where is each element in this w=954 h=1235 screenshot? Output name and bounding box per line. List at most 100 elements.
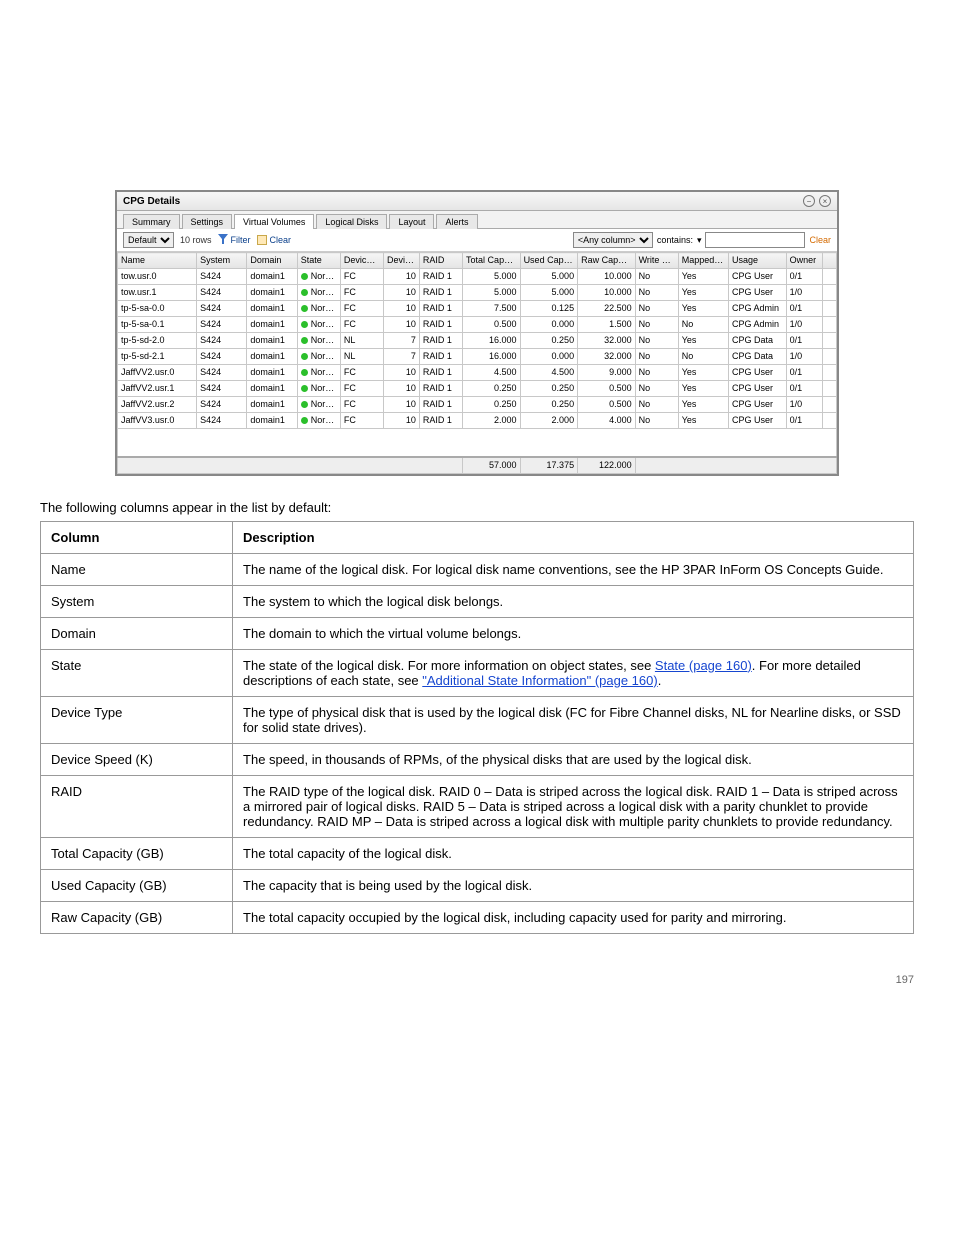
cell-wt: No bbox=[635, 381, 678, 397]
cell-total: 0.250 bbox=[463, 397, 521, 413]
col-domain[interactable]: Domain bbox=[247, 253, 297, 269]
cell-total: 0.250 bbox=[463, 381, 521, 397]
clear-filter-link[interactable]: Clear bbox=[809, 235, 831, 245]
col-device-type[interactable]: Device Type bbox=[340, 253, 383, 269]
col-device-speed[interactable]: Device Speed (K) bbox=[383, 253, 419, 269]
col-state[interactable]: State bbox=[297, 253, 340, 269]
filter-button[interactable]: Filter bbox=[218, 234, 251, 246]
cell-usage: CPG Data bbox=[729, 349, 787, 365]
chevron-down-icon[interactable]: ▾ bbox=[697, 235, 702, 246]
tab-bar: Summary Settings Virtual Volumes Logical… bbox=[117, 211, 837, 229]
cell-state: Normal bbox=[297, 365, 340, 381]
tab-logical-disks[interactable]: Logical Disks bbox=[316, 214, 387, 229]
cell-domain: domain1 bbox=[247, 381, 297, 397]
cell-usage: CPG Admin bbox=[729, 301, 787, 317]
table-spacer bbox=[118, 429, 837, 457]
tab-alerts[interactable]: Alerts bbox=[436, 214, 477, 229]
col-total-capacity[interactable]: Total Capacity (GB) bbox=[463, 253, 521, 269]
col-write-through[interactable]: Write Through bbox=[635, 253, 678, 269]
tab-virtual-volumes[interactable]: Virtual Volumes bbox=[234, 214, 314, 229]
cell-domain: domain1 bbox=[247, 285, 297, 301]
col-used-capacity[interactable]: Used Capacity (GB) bbox=[520, 253, 578, 269]
cell-domain: domain1 bbox=[247, 349, 297, 365]
col-raid[interactable]: RAID bbox=[419, 253, 462, 269]
cell-domain: domain1 bbox=[247, 301, 297, 317]
tab-layout[interactable]: Layout bbox=[389, 214, 434, 229]
table-row[interactable]: JaffVV2.usr.0S424domain1NormalFC10RAID 1… bbox=[118, 365, 837, 381]
desc-row: Device Speed (K)The speed, in thousands … bbox=[41, 743, 914, 775]
cell-mapped: Yes bbox=[678, 365, 728, 381]
cell-wt: No bbox=[635, 365, 678, 381]
tab-summary[interactable]: Summary bbox=[123, 214, 180, 229]
cell-mapped: Yes bbox=[678, 413, 728, 429]
cell-raw: 0.500 bbox=[578, 397, 636, 413]
raw-capacity-sum: 122.000 bbox=[578, 457, 636, 474]
table-row[interactable]: tp-5-sd-2.1S424domain1NormalNL7RAID 116.… bbox=[118, 349, 837, 365]
cell-total: 16.000 bbox=[463, 349, 521, 365]
cell-raid: RAID 1 bbox=[419, 381, 462, 397]
cell-used: 5.000 bbox=[520, 285, 578, 301]
table-row[interactable]: tp-5-sa-0.0S424domain1NormalFC10RAID 17.… bbox=[118, 301, 837, 317]
tab-settings[interactable]: Settings bbox=[182, 214, 233, 229]
cell-owner: 0/1 bbox=[786, 333, 822, 349]
cell-raid: RAID 1 bbox=[419, 333, 462, 349]
desc-row: Device TypeThe type of physical disk tha… bbox=[41, 696, 914, 743]
cpg-details-panel: CPG Details − × Summary Settings Virtual… bbox=[115, 190, 839, 476]
page-number: 197 bbox=[40, 974, 914, 986]
toolbar: Default 10 rows Filter Clear <Any column… bbox=[117, 229, 837, 252]
table-row[interactable]: tow.usr.0S424domain1NormalFC10RAID 15.00… bbox=[118, 269, 837, 285]
filter-input[interactable] bbox=[705, 232, 805, 248]
col-raw-capacity[interactable]: Raw Capacity (GB) bbox=[578, 253, 636, 269]
filter-preset-select[interactable]: Default bbox=[123, 232, 174, 248]
cell-system: S424 bbox=[197, 333, 247, 349]
close-icon[interactable]: × bbox=[819, 195, 831, 207]
cell-state: Normal bbox=[297, 413, 340, 429]
link-additional-state[interactable]: "Additional State Information" (page 160… bbox=[422, 673, 657, 688]
cell-usage: CPG User bbox=[729, 381, 787, 397]
cell-name: tp-5-sa-0.0 bbox=[118, 301, 197, 317]
cell-usage: CPG User bbox=[729, 397, 787, 413]
cell-raw: 32.000 bbox=[578, 349, 636, 365]
table-row[interactable]: JaffVV2.usr.2S424domain1NormalFC10RAID 1… bbox=[118, 397, 837, 413]
col-name[interactable]: Name bbox=[118, 253, 197, 269]
cell-owner: 0/1 bbox=[786, 413, 822, 429]
cell-used: 5.000 bbox=[520, 269, 578, 285]
cell-domain: domain1 bbox=[247, 365, 297, 381]
cell-used: 0.000 bbox=[520, 349, 578, 365]
table-row[interactable]: JaffVV3.usr.0S424domain1NormalFC10RAID 1… bbox=[118, 413, 837, 429]
table-row[interactable]: JaffVV2.usr.1S424domain1NormalFC10RAID 1… bbox=[118, 381, 837, 397]
cell-owner: 0/1 bbox=[786, 381, 822, 397]
state-dot-icon bbox=[301, 385, 308, 392]
cell-speed: 10 bbox=[383, 301, 419, 317]
cell-devtype: FC bbox=[340, 381, 383, 397]
desc-col: State bbox=[41, 649, 233, 696]
column-filter-select[interactable]: <Any column> bbox=[573, 232, 653, 248]
col-usage[interactable]: Usage bbox=[729, 253, 787, 269]
panel-title: CPG Details bbox=[123, 196, 180, 207]
cell-raw: 9.000 bbox=[578, 365, 636, 381]
desc-text: The type of physical disk that is used b… bbox=[233, 696, 914, 743]
link-state[interactable]: State (page 160) bbox=[655, 658, 752, 673]
cell-raid: RAID 1 bbox=[419, 301, 462, 317]
table-row[interactable]: tp-5-sa-0.1S424domain1NormalFC10RAID 10.… bbox=[118, 317, 837, 333]
clear-button[interactable]: Clear bbox=[257, 235, 292, 245]
cell-devtype: FC bbox=[340, 317, 383, 333]
cell-owner: 0/1 bbox=[786, 365, 822, 381]
state-dot-icon bbox=[301, 321, 308, 328]
table-row[interactable]: tp-5-sd-2.0S424domain1NormalNL7RAID 116.… bbox=[118, 333, 837, 349]
match-op: contains: bbox=[657, 235, 693, 245]
desc-text: The capacity that is being used by the l… bbox=[233, 869, 914, 901]
table-row[interactable]: tow.usr.1S424domain1NormalFC10RAID 15.00… bbox=[118, 285, 837, 301]
cell-usage: CPG Data bbox=[729, 333, 787, 349]
desc-col: Device Speed (K) bbox=[41, 743, 233, 775]
cell-state: Normal bbox=[297, 333, 340, 349]
collapse-icon[interactable]: − bbox=[803, 195, 815, 207]
cell-speed: 7 bbox=[383, 333, 419, 349]
state-dot-icon bbox=[301, 305, 308, 312]
cell-wt: No bbox=[635, 349, 678, 365]
cell-wt: No bbox=[635, 301, 678, 317]
col-system[interactable]: System bbox=[197, 253, 247, 269]
col-owner[interactable]: Owner bbox=[786, 253, 822, 269]
cell-raid: RAID 1 bbox=[419, 365, 462, 381]
col-mapped-to-vv[interactable]: Mapped to VV bbox=[678, 253, 728, 269]
